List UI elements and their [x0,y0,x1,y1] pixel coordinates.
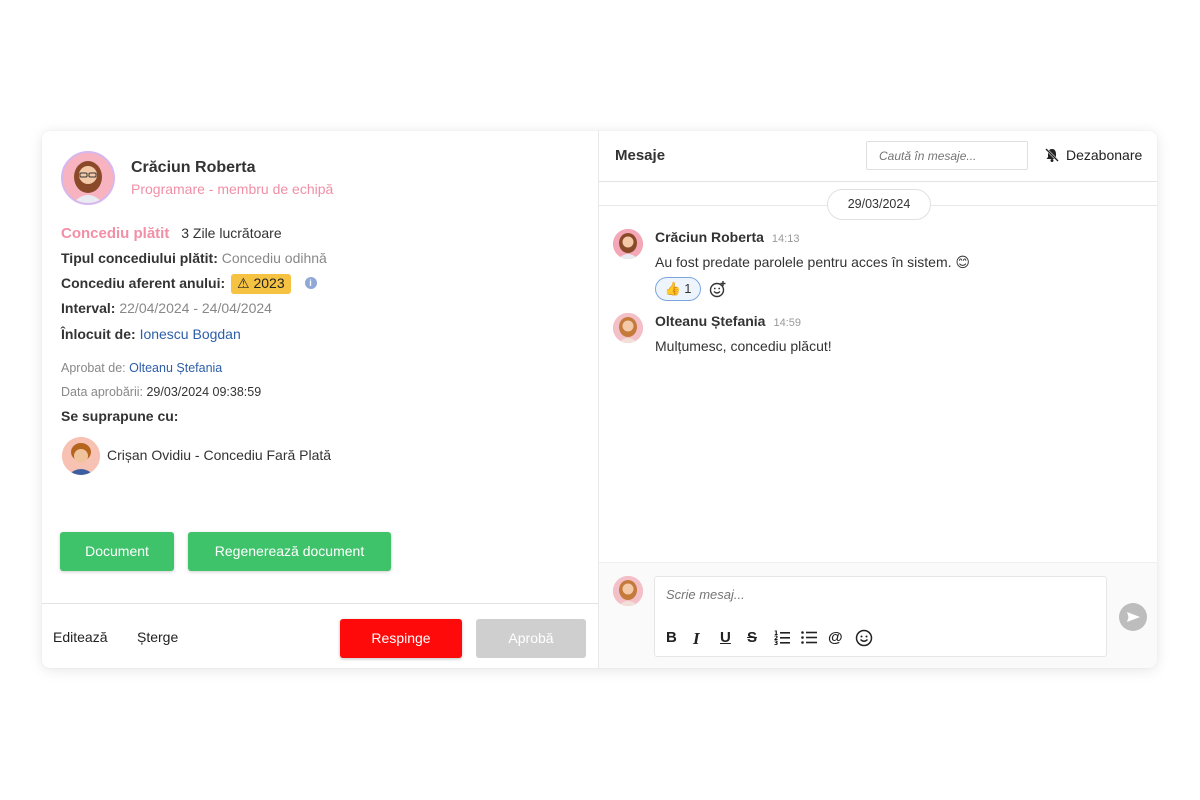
leave-days: 3 Zile lucrătoare [181,225,282,241]
message-text: Mulțumesc, concediu plăcut! [655,338,832,354]
person-role: Programare - membru de echipă [131,181,334,197]
message-author: Olteanu Ștefania 14:59 [655,313,801,329]
svg-text:3: 3 [774,640,778,645]
action-bar: Editează Șterge Respinge Aprobă [42,603,598,668]
avatar [613,229,643,259]
edit-button[interactable]: Editează [53,629,107,645]
message-composer: B I U S 123 @ [654,576,1107,657]
regenerate-document-button[interactable]: Regenerează document [188,532,391,571]
leave-type: Concediu plătit [61,225,170,242]
approved-by-row: Aprobat de: Olteanu Ștefania [61,361,222,375]
avatar [62,437,100,475]
replaced-label: Înlocuit de: [61,326,136,342]
bullet-list-icon[interactable] [801,629,828,649]
messages-header: Mesaje Dezabonare [599,131,1157,182]
send-button[interactable] [1119,603,1147,631]
message-time: 14:13 [771,233,800,245]
message-time: 14:59 [773,317,801,329]
bold-button[interactable]: B [666,629,693,649]
add-reaction-icon[interactable] [709,280,727,298]
avatar [61,151,115,205]
reaction-count: 1 [684,281,692,296]
paid-type-label: Tipul concediului plătit: [61,250,218,266]
message-input[interactable] [666,587,1066,602]
ordered-list-icon[interactable]: 123 [774,629,801,649]
info-icon[interactable]: i [304,277,317,289]
paid-type-row: Tipul concediului plătit: Concediu odihn… [61,250,327,266]
emoji-icon[interactable] [855,629,882,649]
approval-date-value: 29/03/2024 09:38:59 [146,385,262,399]
unsubscribe-label: Dezabonare [1066,147,1143,163]
message-text: Au fost predate parolele pentru acces în… [655,254,970,270]
person-name: Crăciun Roberta [131,159,256,176]
delete-button[interactable]: Șterge [137,629,178,645]
approve-button[interactable]: Aprobă [476,619,586,658]
underline-button[interactable]: U [720,629,747,649]
year-value: 2023 [253,275,285,291]
approval-date-label: Data aprobării: [61,385,143,399]
date-separator: 29/03/2024 [827,189,931,220]
italic-button[interactable]: I [693,629,720,649]
mention-icon[interactable]: @ [828,629,855,649]
approval-date-row: Data aprobării: 29/03/2024 09:38:59 [61,385,261,399]
message-search-input[interactable] [866,141,1028,170]
avatar [613,576,643,606]
interval-value: 22/04/2024 - 24/04/2024 [119,300,272,316]
messages-panel: Mesaje Dezabonare 29/03/2024 Crăciun Rob… [599,131,1157,668]
leave-summary: Concediu plătit 3 Zile lucrătoare [61,225,282,242]
year-row: Concediu aferent anului: ⚠ 2023 i [61,274,317,294]
year-label: Concediu aferent anului: [61,275,226,291]
leave-request-card: Crăciun Roberta Programare - membru de e… [42,131,1157,668]
overlap-item: Crișan Ovidiu - Concediu Fară Plată [107,447,332,463]
interval-label: Interval: [61,300,116,316]
avatar [613,313,643,343]
strikethrough-button[interactable]: S [747,629,774,649]
paid-type-value: Concediu odihnă [221,250,327,266]
bell-off-icon [1045,148,1059,162]
warning-icon: ⚠ [237,275,250,291]
overlap-row: Se suprapune cu: [61,408,178,424]
request-details-panel: Crăciun Roberta Programare - membru de e… [42,131,599,668]
interval-row: Interval: 22/04/2024 - 24/04/2024 [61,300,272,316]
replaced-row: Înlocuit de: Ionescu Bogdan [61,326,241,342]
approved-by-label: Aprobat de: [61,361,126,375]
reject-button[interactable]: Respinge [340,619,462,658]
replaced-link[interactable]: Ionescu Bogdan [140,326,241,342]
thumbs-up-icon: 👍 [664,281,681,296]
send-icon [1127,612,1140,622]
document-button[interactable]: Document [60,532,174,571]
messages-title: Mesaje [615,147,666,164]
approved-by-link[interactable]: Olteanu Ștefania [129,361,222,375]
unsubscribe-button[interactable]: Dezabonare [1044,147,1142,163]
message-composer-area: B I U S 123 @ [599,562,1157,668]
formatting-toolbar: B I U S 123 @ [666,629,882,649]
message-author: Crăciun Roberta 14:13 [655,229,800,245]
overlap-label: Se suprapune cu: [61,408,179,424]
reaction-thumbs-up[interactable]: 👍 1 [655,277,701,301]
year-badge: ⚠ 2023 [231,274,291,294]
